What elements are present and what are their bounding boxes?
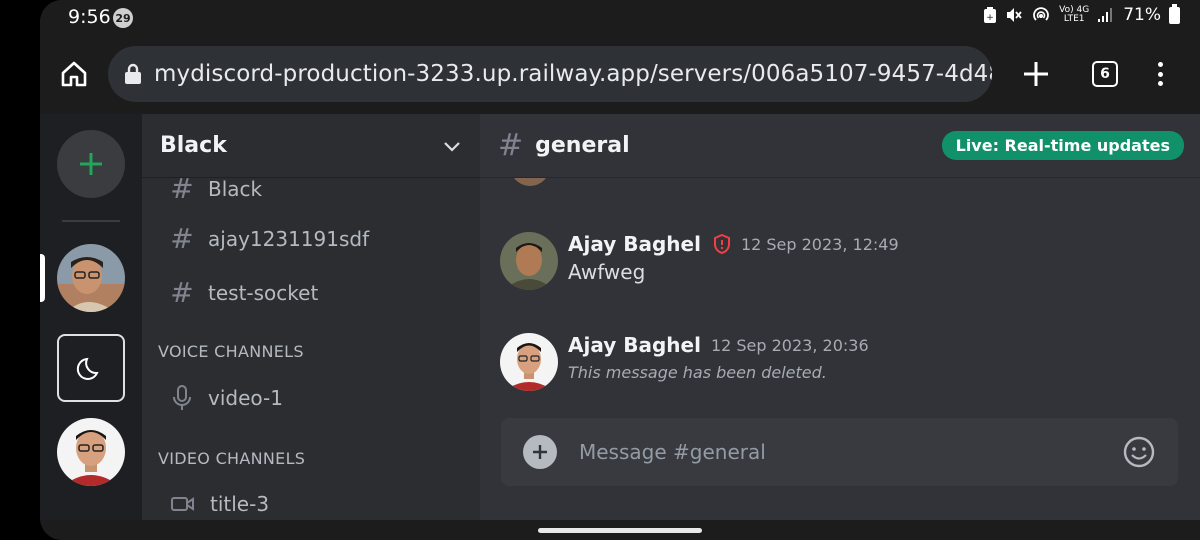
lock-icon [125,63,141,84]
status-time: 9:56 [68,6,111,28]
live-status-badge: Live: Real-time updates [941,131,1184,160]
hash-icon: # [170,276,194,309]
video-channels-header[interactable]: VIDEO CHANNELS [158,449,305,468]
tab-switcher-button[interactable]: 6 [1092,61,1118,87]
phone-screen: 9:56 29 + Vo) 4G LTE1 71% mydiscord-prod… [40,0,1200,540]
channel-sidebar: Black # Black # ajay1231191sdf # test-so… [142,114,480,520]
menu-dot [1157,62,1163,67]
battery-saver-icon: + [983,6,997,24]
message-avatar[interactable] [500,232,558,290]
voice-channels-header[interactable]: VOICE CHANNELS [158,342,304,361]
home-button[interactable] [58,58,90,90]
rail-divider [62,220,120,222]
channel-title: general [535,133,630,158]
browser-menu-button[interactable] [1148,56,1172,92]
address-bar[interactable]: mydiscord-production-3233.up.railway.app… [108,46,992,102]
message-avatar[interactable] [500,333,558,391]
shield-alert-icon [713,234,731,254]
hash-icon: # [170,222,194,255]
plus-icon [533,445,547,459]
moon-icon [76,357,99,380]
network-type-icon: Vo) 4G LTE1 [1059,6,1089,24]
attach-button[interactable] [523,435,557,469]
notification-count-badge: 29 [113,8,133,28]
message-item: Ajay Baghel 12 Sep 2023, 12:49 Awfweg [500,232,1180,290]
hash-icon: # [498,128,524,163]
status-bar: 9:56 29 + Vo) 4G LTE1 71% [40,0,1200,34]
channel-item-ajay1231191sdf[interactable]: # ajay1231191sdf [170,222,369,255]
emoji-button[interactable] [1122,435,1156,469]
message-composer [501,418,1178,486]
message-author[interactable]: Ajay Baghel [568,232,701,256]
channel-item-video-1[interactable]: video-1 [170,384,283,412]
mute-icon [1005,6,1023,24]
message-timestamp: 12 Sep 2023, 12:49 [740,234,899,254]
message-deleted-text: This message has been deleted. [568,363,827,382]
svg-text:+: + [986,13,994,23]
author-avatar-image [500,333,558,391]
server-header[interactable]: Black [142,114,480,178]
message-input[interactable] [579,440,1122,464]
user-avatar[interactable] [57,418,125,486]
menu-dot [1157,81,1163,86]
channel-label: test-socket [208,280,319,305]
channel-item-title-3[interactable]: title-3 [170,492,269,516]
status-icons: + Vo) 4G LTE1 71% [983,3,1180,25]
channel-label: video-1 [208,386,283,410]
plus-icon [80,153,102,175]
theme-toggle-button[interactable] [57,334,125,402]
battery-icon [1169,3,1180,24]
channel-label: title-3 [210,492,270,516]
browser-toolbar: mydiscord-production-3233.up.railway.app… [40,34,1200,114]
chat-panel: # general Live: Real-time updates Ajay B… [480,114,1200,520]
message-timestamp: 12 Sep 2023, 20:36 [710,335,869,355]
channel-label: ajay1231191sdf [208,226,370,251]
signal-icon [1097,7,1115,23]
channel-label: Black [208,176,263,201]
message-text: Awfweg [568,260,646,284]
home-icon [61,61,87,87]
chevron-down-icon [444,141,460,152]
server-avatar-image [57,244,125,312]
video-camera-icon [171,497,194,511]
network-bottom-label: LTE1 [1063,14,1085,24]
channel-item-test-socket[interactable]: # test-socket [170,276,318,309]
navigation-bar [40,520,1200,540]
battery-percent: 71% [1123,5,1161,25]
active-server-indicator [40,254,45,302]
microphone-icon [173,385,191,410]
message-body: Ajay Baghel 12 Sep 2023, 20:36 This mess… [568,333,869,391]
server-rail [40,114,142,520]
user-avatar-image [57,418,125,486]
add-server-button[interactable] [57,130,125,198]
plus-icon [1024,62,1048,86]
discord-app: Black # Black # ajay1231191sdf # test-so… [40,114,1200,520]
message-body: Ajay Baghel 12 Sep 2023, 12:49 Awfweg [568,232,899,290]
server-icon-black[interactable] [57,244,125,312]
hotspot-icon [1031,6,1051,24]
message-meta: Ajay Baghel 12 Sep 2023, 20:36 [568,333,869,357]
message-author[interactable]: Ajay Baghel [568,333,701,357]
author-avatar-image [500,232,558,290]
message-item: Ajay Baghel 12 Sep 2023, 20:36 This mess… [500,333,1180,391]
message-meta: Ajay Baghel 12 Sep 2023, 12:49 [568,232,899,256]
home-indicator[interactable] [538,528,702,533]
new-tab-button[interactable] [1018,56,1054,92]
url-text: mydiscord-production-3233.up.railway.app… [154,61,992,87]
menu-dot [1157,71,1163,77]
smiley-icon [1123,436,1155,468]
chat-header: # general Live: Real-time updates [480,114,1200,178]
server-name: Black [160,133,227,158]
